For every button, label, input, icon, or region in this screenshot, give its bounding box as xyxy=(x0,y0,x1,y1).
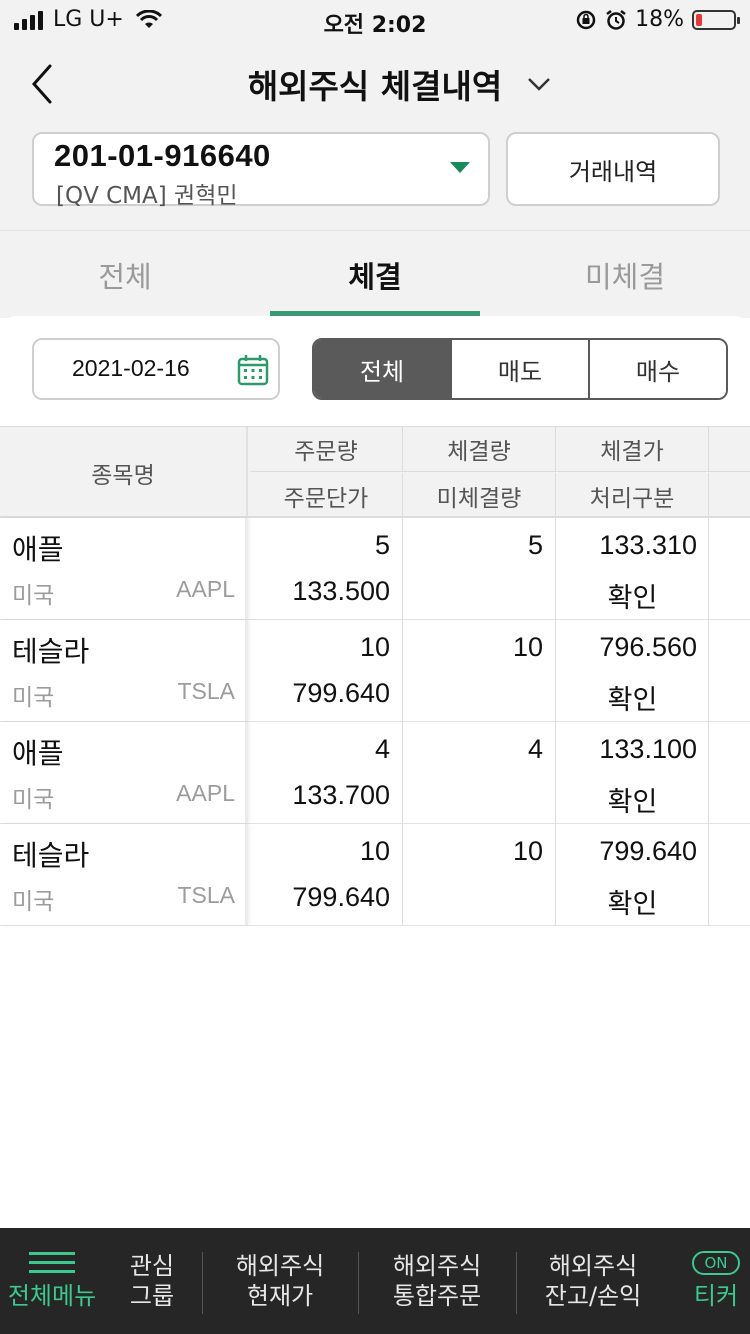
header-status: 처리구분 xyxy=(556,473,709,518)
header-extra-2 xyxy=(709,473,750,518)
filled-price: 133.100 xyxy=(599,734,697,764)
segment-sell[interactable]: 매도 xyxy=(450,340,588,398)
date-value: 2021-02-16 xyxy=(72,355,190,381)
tab-unfilled[interactable]: 미체결 xyxy=(500,231,750,319)
tab-all[interactable]: 전체 xyxy=(0,231,250,319)
tabbar-label-line2: 통합주문 xyxy=(392,1282,482,1310)
stock-country: 미국 xyxy=(12,787,55,813)
header-unfilled-qty: 미체결량 xyxy=(403,473,556,518)
stock-country: 미국 xyxy=(12,583,55,609)
filled-qty: 5 xyxy=(527,530,543,560)
calendar-icon xyxy=(237,355,269,386)
order-qty: 4 xyxy=(374,734,390,764)
tabbar-watchlist-group[interactable]: 관심 그룹 xyxy=(104,1228,200,1334)
stock-ticker: AAPL xyxy=(176,576,235,602)
filled-qty: 10 xyxy=(512,836,543,866)
header-order-qty: 주문량 xyxy=(250,427,403,472)
status: 확인 xyxy=(607,583,658,614)
full-menu-button[interactable]: 전체메뉴 xyxy=(0,1228,104,1334)
tabbar-overseas-order[interactable]: 해외주식 통합주문 xyxy=(359,1228,515,1334)
header-filled-qty: 체결량 xyxy=(403,427,556,472)
stock-ticker: TSLA xyxy=(177,882,235,908)
stock-country: 미국 xyxy=(12,889,55,915)
stock-country: 미국 xyxy=(12,685,55,711)
header-extra xyxy=(709,427,750,472)
order-qty: 10 xyxy=(359,632,390,662)
filled-qty: 10 xyxy=(512,632,543,662)
segment-buy[interactable]: 매수 xyxy=(588,340,726,398)
account-selector[interactable]: 201-01-916640 [QV CMA] 권혁민 xyxy=(32,132,490,209)
header-filled-price: 체결가 xyxy=(556,427,709,472)
bottom-tab-bar: 전체메뉴 관심 그룹 해외주식 현재가 해외주식 통합주문 해외주식 잔고/손익… xyxy=(0,1228,750,1334)
tabbar-label-line1: 관심 xyxy=(129,1252,175,1280)
tabbar-label-line2: 현재가 xyxy=(246,1282,314,1310)
table-row[interactable]: 테슬라 미국 TSLA 10 799.640 10 799.640 확인 xyxy=(0,824,750,926)
rotation-lock-icon xyxy=(576,10,596,29)
segment-all[interactable]: 전체 xyxy=(314,340,450,398)
battery-icon xyxy=(692,9,740,30)
account-number: 201-01-916640 xyxy=(54,138,271,173)
trade-type-segmented-control: 전체 매도 매수 xyxy=(312,338,728,400)
hamburger-menu-icon xyxy=(29,1251,75,1273)
ticker-label: 티커 xyxy=(693,1282,739,1310)
tabbar-label-line1: 해외주식 xyxy=(392,1252,482,1280)
stock-name: 테슬라 xyxy=(12,839,90,872)
filled-price: 796.560 xyxy=(599,632,697,662)
alarm-icon xyxy=(606,9,626,30)
stock-name: 애플 xyxy=(12,533,64,566)
table-row[interactable]: 테슬라 미국 TSLA 10 799.640 10 796.560 확인 xyxy=(0,620,750,722)
tabbar-label-line2: 그룹 xyxy=(129,1282,175,1310)
stock-name: 테슬라 xyxy=(12,635,90,668)
tabbar-overseas-quote[interactable]: 해외주식 현재가 xyxy=(203,1228,357,1334)
stock-name: 애플 xyxy=(12,737,64,770)
table-row[interactable]: 애플 미국 AAPL 4 133.700 4 133.100 확인 xyxy=(0,722,750,824)
page-title-dropdown[interactable]: 해외주식 체결내역 xyxy=(0,60,750,108)
order-price: 133.500 xyxy=(292,576,390,606)
transaction-history-button[interactable]: 거래내역 xyxy=(506,132,720,206)
order-price: 799.640 xyxy=(292,882,390,912)
ticker-toggle[interactable]: ON 티커 xyxy=(682,1228,750,1334)
full-menu-label: 전체메뉴 xyxy=(7,1281,97,1310)
order-price: 133.700 xyxy=(292,780,390,810)
dropdown-caret-icon xyxy=(450,162,470,173)
filled-qty: 4 xyxy=(527,734,543,764)
header-stock-name: 종목명 xyxy=(0,427,248,519)
order-price: 799.640 xyxy=(292,678,390,708)
execution-table: 종목명 주문량 체결량 체결가 주문단가 미체결량 처리구분 애플 미국 AAP… xyxy=(0,426,750,926)
order-qty: 5 xyxy=(374,530,390,560)
chevron-down-icon xyxy=(528,78,550,91)
ticker-on-badge: ON xyxy=(692,1251,740,1275)
tabbar-label-line2: 잔고/손익 xyxy=(544,1282,642,1310)
status: 확인 xyxy=(607,889,658,920)
filled-price: 799.640 xyxy=(599,836,697,866)
table-header: 종목명 주문량 체결량 체결가 주문단가 미체결량 처리구분 xyxy=(0,426,750,519)
header-order-price: 주문단가 xyxy=(250,473,403,518)
order-qty: 10 xyxy=(359,836,390,866)
tabbar-label-line1: 해외주식 xyxy=(548,1252,638,1280)
status: 확인 xyxy=(607,685,658,716)
status: 확인 xyxy=(607,787,658,818)
tabbar-label-line1: 해외주식 xyxy=(235,1252,325,1280)
date-picker[interactable]: 2021-02-16 xyxy=(32,338,280,400)
page-title: 해외주식 체결내역 xyxy=(247,67,503,106)
stock-ticker: AAPL xyxy=(176,780,235,806)
battery-percent: 18% xyxy=(635,7,684,32)
account-holder: [QV CMA] 권혁민 xyxy=(56,183,238,209)
tab-filled[interactable]: 체결 xyxy=(250,231,500,319)
tab-bar: 전체 체결 미체결 xyxy=(0,230,750,318)
table-row[interactable]: 애플 미국 AAPL 5 133.500 5 133.310 확인 xyxy=(0,518,750,620)
stock-ticker: TSLA xyxy=(177,678,235,704)
tabbar-overseas-balance[interactable]: 해외주식 잔고/손익 xyxy=(517,1228,669,1334)
filled-price: 133.310 xyxy=(599,530,697,560)
status-bar: LG U+ 오전 2:02 18% xyxy=(0,0,750,40)
